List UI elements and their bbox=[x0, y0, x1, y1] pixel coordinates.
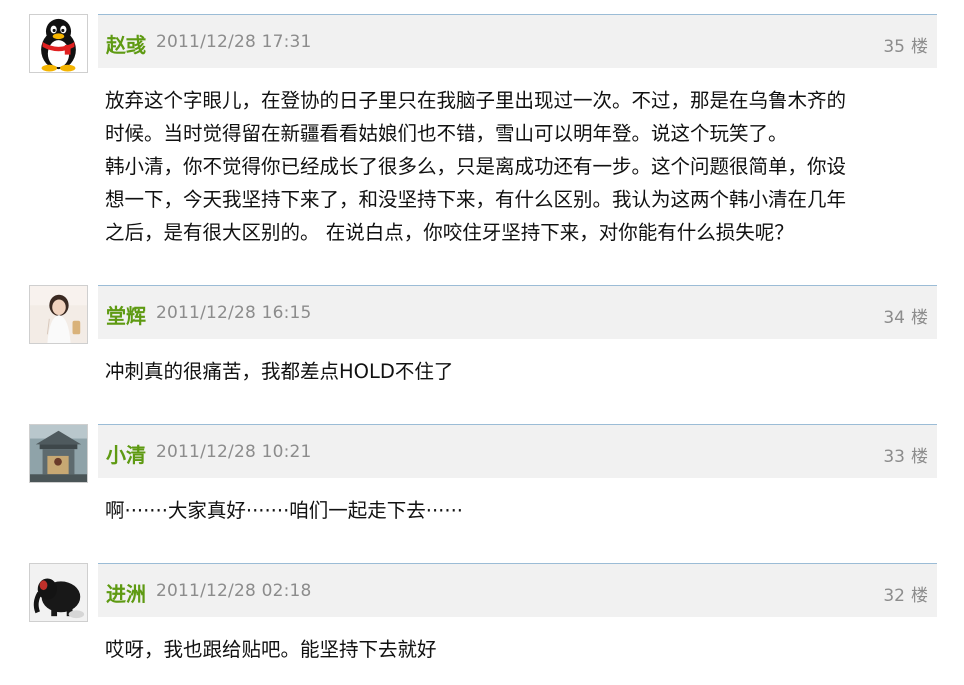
plush-elephant-avatar[interactable] bbox=[29, 563, 88, 622]
username-link[interactable]: 赵彧 bbox=[106, 29, 146, 58]
floor-num: 34 bbox=[883, 308, 905, 328]
post-header: 小清 2011/12/28 10:21 33 楼 bbox=[98, 424, 937, 478]
post-time: 2011/12/28 16:15 bbox=[156, 303, 312, 323]
floor-unit: 楼 bbox=[911, 308, 928, 328]
post-header: 进洲 2011/12/28 02:18 32 楼 bbox=[98, 563, 937, 617]
username-link[interactable]: 堂辉 bbox=[106, 300, 146, 329]
post-time: 2011/12/28 02:18 bbox=[156, 581, 312, 601]
girl-photo-icon bbox=[30, 286, 87, 343]
username-link[interactable]: 进洲 bbox=[106, 578, 146, 607]
username-link[interactable]: 小清 bbox=[106, 439, 146, 468]
content-line: 哎呀，我也跟给贴吧。能坚持下去就好 bbox=[105, 638, 437, 661]
floor-number: 32 楼 bbox=[883, 581, 928, 606]
post-header: 堂辉 2011/12/28 16:15 34 楼 bbox=[98, 285, 937, 339]
temple-photo-icon bbox=[30, 425, 87, 482]
floor-unit: 楼 bbox=[911, 37, 928, 57]
qq-penguin-avatar[interactable] bbox=[29, 14, 88, 73]
post-time: 2011/12/28 17:31 bbox=[156, 32, 312, 52]
post-content: 放弃这个字眼儿，在登协的日子里只在我脑子里出现过一次。不过，那是在乌鲁木齐的 时… bbox=[105, 84, 915, 249]
post-time: 2011/12/28 10:21 bbox=[156, 442, 312, 462]
content-line: 想一下，今天我坚持下来了，和没坚持下来，有什么区别。我认为这两个韩小清在几年 bbox=[105, 188, 847, 211]
post-content: 啊·······大家真好·······咱们一起走下去······ bbox=[105, 494, 915, 527]
floor-number: 34 楼 bbox=[883, 303, 928, 328]
post-header: 赵彧 2011/12/28 17:31 35 楼 bbox=[98, 14, 937, 68]
content-line: 之后，是有很大区别的。 在说白点，你咬住牙坚持下来，对你能有什么损失呢？ bbox=[105, 221, 794, 244]
temple-photo-avatar[interactable] bbox=[29, 424, 88, 483]
floor-number: 33 楼 bbox=[883, 442, 928, 467]
content-line: 时候。当时觉得留在新疆看看姑娘们也不错，雪山可以明年登。说这个玩笑了。 bbox=[105, 122, 788, 145]
floor-num: 32 bbox=[883, 586, 905, 606]
floor-num: 35 bbox=[883, 37, 905, 57]
post-content: 冲刺真的很痛苦，我都差点HOLD不住了 bbox=[105, 355, 915, 388]
floor-unit: 楼 bbox=[911, 586, 928, 606]
floor-unit: 楼 bbox=[911, 447, 928, 467]
post-content: 哎呀，我也跟给贴吧。能坚持下去就好 bbox=[105, 633, 915, 666]
content-line: 啊·······大家真好·······咱们一起走下去······ bbox=[105, 499, 463, 522]
content-line: 放弃这个字眼儿，在登协的日子里只在我脑子里出现过一次。不过，那是在乌鲁木齐的 bbox=[105, 89, 847, 112]
plush-elephant-icon bbox=[30, 564, 87, 621]
qq-penguin-icon bbox=[30, 15, 87, 72]
girl-photo-avatar[interactable] bbox=[29, 285, 88, 344]
content-line: 冲刺真的很痛苦，我都差点HOLD不住了 bbox=[105, 360, 454, 383]
floor-num: 33 bbox=[883, 447, 905, 467]
content-line: 韩小清，你不觉得你已经成长了很多么，只是离成功还有一步。这个问题很简单，你设 bbox=[105, 155, 847, 178]
floor-number: 35 楼 bbox=[883, 32, 928, 57]
